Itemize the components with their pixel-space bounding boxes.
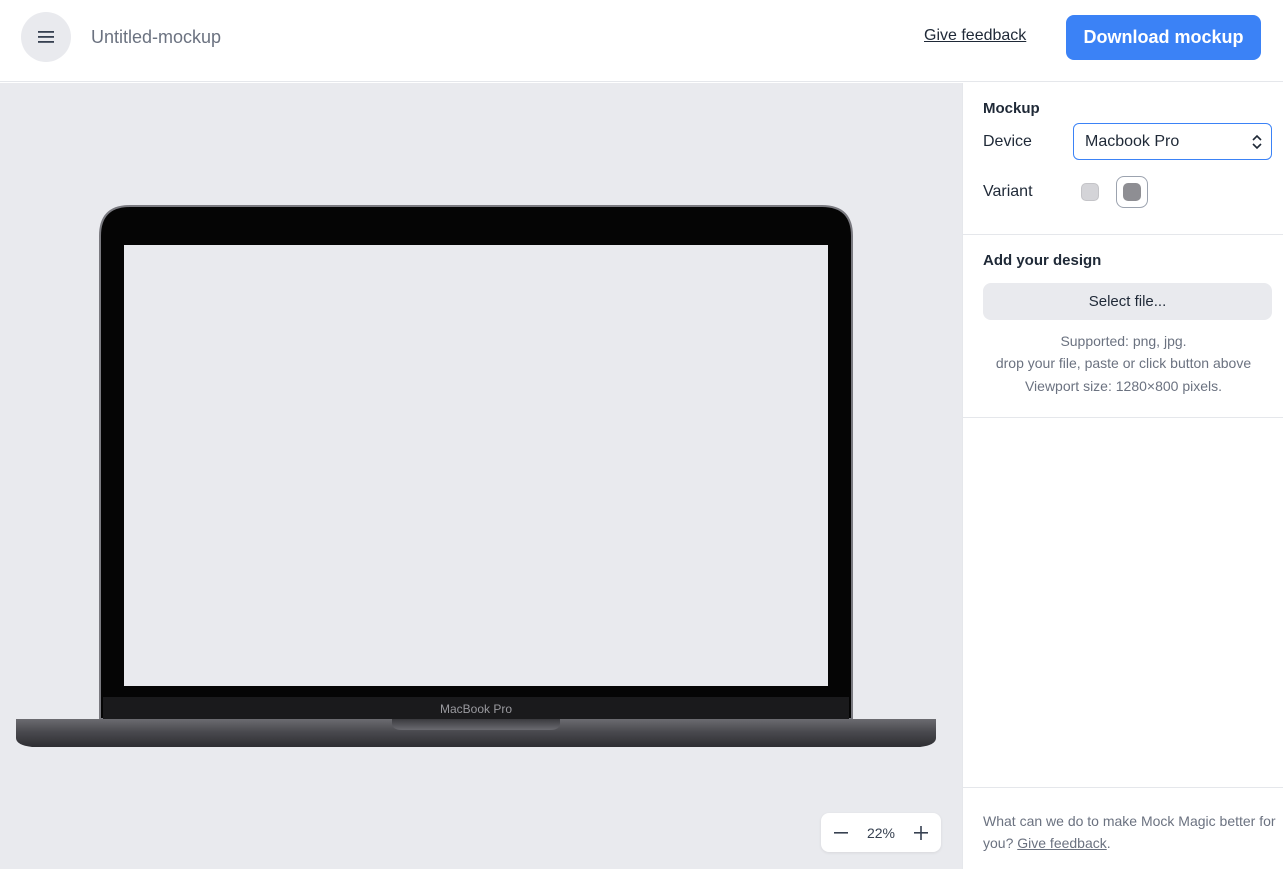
footer-text: What can we do to make Mock Magic better…	[983, 810, 1278, 854]
variant-space-gray-color	[1123, 183, 1141, 201]
download-mockup-button[interactable]: Download mockup	[1066, 15, 1261, 60]
zoom-out-button[interactable]	[831, 823, 851, 843]
laptop-screen	[124, 245, 828, 686]
mockup-section: Mockup Device Macbook Pro Variant	[963, 83, 1283, 235]
top-bar: Untitled-mockup Give feedback Download m…	[0, 0, 1283, 82]
viewport-size-text: Viewport size: 1280×800 pixels.	[1024, 378, 1223, 394]
mockup-canvas: MacBook Pro 22%	[0, 83, 962, 869]
add-design-title: Add your design	[983, 252, 1102, 269]
variant-silver-swatch[interactable]	[1081, 183, 1099, 201]
laptop-mockup: MacBook Pro	[16, 205, 936, 747]
device-logo-text: MacBook Pro	[440, 702, 512, 716]
zoom-control: 22%	[821, 813, 941, 852]
footer-suffix: .	[1106, 835, 1111, 851]
minus-icon	[834, 831, 848, 834]
device-label: Device	[983, 133, 1032, 150]
footer-feedback-link[interactable]: Give feedback	[1017, 835, 1107, 851]
supported-formats-text: Supported: png, jpg.	[1060, 333, 1187, 349]
document-title[interactable]: Untitled-mockup	[91, 27, 221, 48]
variant-label: Variant	[983, 183, 1033, 200]
feedback-footer: What can we do to make Mock Magic better…	[963, 787, 1283, 869]
settings-sidebar: Mockup Device Macbook Pro Variant Add yo…	[962, 83, 1283, 869]
select-file-button[interactable]: Select file...	[983, 283, 1272, 320]
variant-space-gray-swatch[interactable]	[1116, 176, 1148, 208]
chevron-up-down-icon	[1252, 134, 1262, 150]
device-select[interactable]: Macbook Pro	[1073, 123, 1272, 160]
zoom-level: 22%	[866, 824, 896, 841]
hamburger-icon	[38, 31, 54, 43]
give-feedback-link[interactable]: Give feedback	[924, 27, 1026, 45]
laptop-notch	[392, 719, 560, 730]
zoom-in-button[interactable]	[911, 823, 931, 843]
drop-hint-text: drop your file, paste or click button ab…	[995, 355, 1252, 371]
menu-button[interactable]	[21, 12, 71, 62]
mockup-section-title: Mockup	[983, 100, 1040, 117]
plus-icon	[914, 825, 928, 840]
device-select-value: Macbook Pro	[1085, 132, 1180, 150]
add-design-section: Add your design Select file... Supported…	[963, 235, 1283, 418]
